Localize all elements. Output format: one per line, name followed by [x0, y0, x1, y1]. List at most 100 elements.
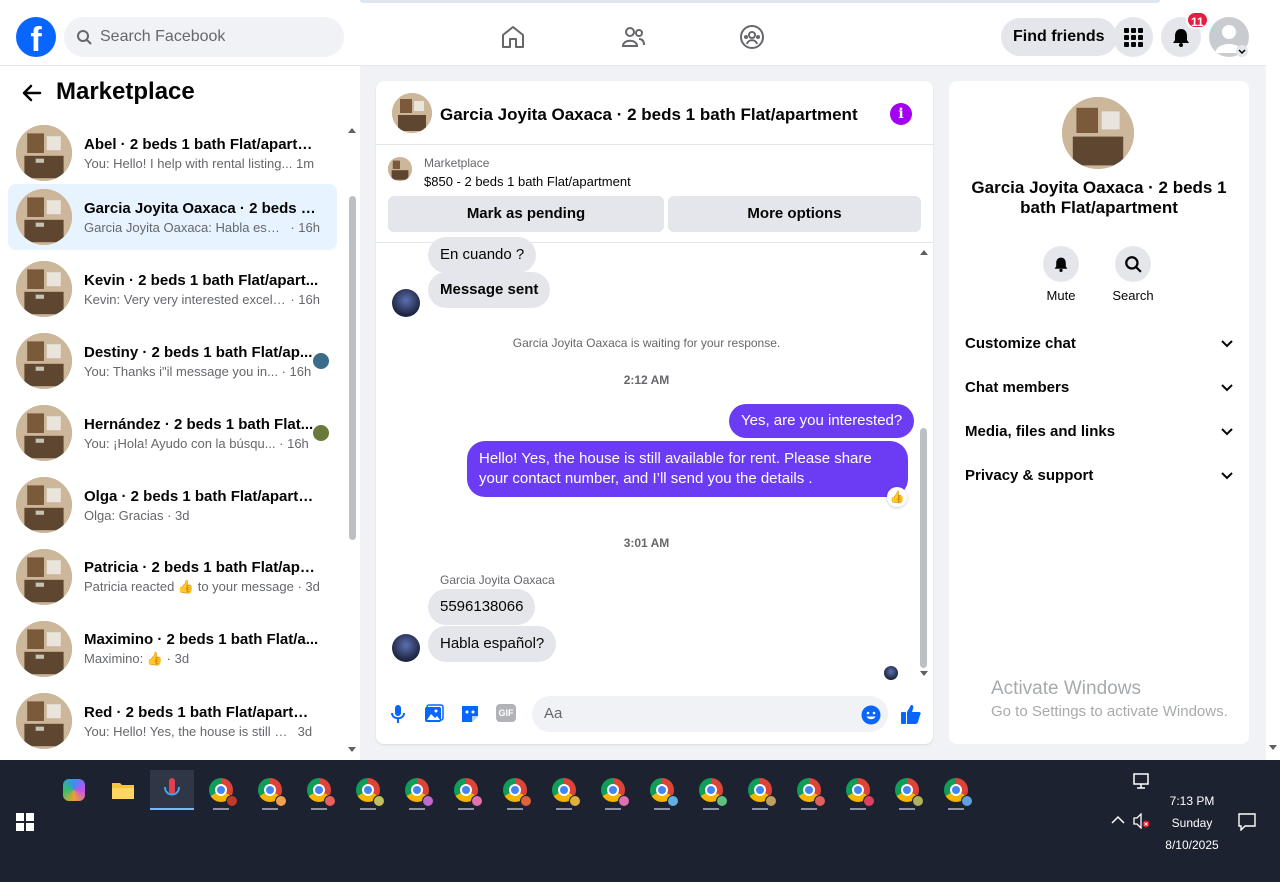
conversation-item[interactable]: Kevin · 2 beds 1 bath Flat/apart... Kevin… — [8, 256, 337, 322]
search-conversation-button[interactable]: Search — [1097, 246, 1169, 303]
conversation-name: Olga · 2 beds 1 bath Flat/apartm... — [84, 487, 320, 505]
customize-chat-section[interactable]: Customize chat — [965, 335, 1233, 352]
search-box[interactable]: Search Facebook — [64, 17, 344, 57]
scroll-down-icon[interactable] — [347, 746, 357, 754]
message-bubble[interactable]: 5596138066 — [428, 589, 536, 625]
privacy-support-section[interactable]: Privacy & support — [965, 467, 1233, 484]
seen-indicator-avatar — [884, 666, 898, 680]
outgoing-message[interactable]: Yes, are you interested? — [729, 404, 915, 438]
groups-icon[interactable] — [739, 24, 765, 50]
listing-price[interactable]: $850 - 2 beds 1 bath Flat/apartment — [424, 174, 631, 189]
chrome-profile-icon[interactable] — [297, 770, 341, 810]
chrome-profile-icon[interactable] — [591, 770, 635, 810]
media-files-links-section[interactable]: Media, files and links — [965, 423, 1233, 440]
find-friends-button[interactable]: Find friends — [1001, 18, 1117, 56]
chrome-profile-icon[interactable] — [395, 770, 439, 810]
outgoing-message[interactable]: Hello! Yes, the house is still available… — [467, 441, 908, 497]
chrome-profile-icon[interactable] — [493, 770, 537, 810]
conversation-item[interactable]: Garcia Joyita Oaxaca · 2 beds 1 b... Garc… — [8, 184, 337, 250]
chrome-profile-icon[interactable] — [836, 770, 880, 810]
gif-icon[interactable]: GIF — [496, 704, 516, 722]
chrome-profile-icon[interactable] — [199, 770, 243, 810]
seen-indicator-avatar — [313, 425, 329, 441]
scroll-down-icon[interactable] — [1268, 744, 1278, 752]
listing-kitchen-icon — [388, 157, 412, 181]
copilot-icon[interactable] — [52, 770, 96, 810]
chrome-profile-icon[interactable] — [689, 770, 733, 810]
chrome-profile-icon[interactable] — [738, 770, 782, 810]
sender-avatar[interactable] — [392, 289, 420, 317]
conversation-time: · 16h — [279, 435, 309, 451]
emoji-icon[interactable] — [861, 705, 881, 725]
conversation-preview: You: Thanks i"il message you in... — [84, 363, 278, 379]
conversation-preview: Patricia reacted 👍 to your message — [84, 579, 294, 594]
sender-avatar[interactable] — [392, 634, 420, 662]
chat-avatar[interactable] — [392, 93, 432, 133]
facebook-logo[interactable]: f — [16, 17, 56, 57]
notification-center-icon[interactable] — [1238, 813, 1256, 831]
friends-icon[interactable] — [620, 24, 646, 50]
chrome-profile-icon[interactable] — [248, 770, 292, 810]
conversation-item[interactable]: Patricia · 2 beds 1 bath Flat/apar... Pat… — [8, 544, 337, 610]
chrome-profile-icon[interactable] — [934, 770, 978, 810]
chevron-down-icon — [1221, 471, 1233, 479]
chevron-up-icon[interactable] — [1111, 815, 1125, 825]
listing-thumbnail[interactable] — [388, 157, 412, 181]
windows-start-icon[interactable] — [16, 813, 34, 831]
back-arrow-icon[interactable] — [20, 82, 42, 104]
info-icon[interactable]: i — [890, 103, 912, 125]
conversation-item[interactable]: Abel · 2 beds 1 bath Flat/apartm... You: … — [8, 120, 337, 186]
app-icon[interactable] — [150, 770, 194, 810]
message-input[interactable]: Aa — [532, 696, 888, 732]
conversation-item[interactable]: Olga · 2 beds 1 bath Flat/apartm... Olga:… — [8, 472, 337, 538]
volume-muted-icon[interactable] — [1133, 813, 1151, 829]
home-icon[interactable] — [500, 24, 526, 50]
scroll-up-icon[interactable] — [347, 126, 357, 134]
search-placeholder: Search Facebook — [100, 28, 226, 45]
file-explorer-icon[interactable] — [101, 770, 145, 810]
more-options-button[interactable]: More options — [668, 196, 921, 232]
listing-thumbnail — [16, 549, 72, 605]
scroll-up-icon[interactable] — [919, 248, 929, 256]
chat-members-section[interactable]: Chat members — [965, 379, 1233, 396]
message-bubble[interactable]: Habla español? — [428, 626, 557, 662]
conversation-scrollbar[interactable] — [347, 126, 357, 756]
chrome-profile-icon[interactable] — [444, 770, 488, 810]
microphone-icon[interactable] — [390, 704, 406, 724]
chrome-profile-icon[interactable] — [787, 770, 831, 810]
conversation-item[interactable]: Hernández · 2 beds 1 bath Flat... You: ¡H… — [8, 400, 337, 466]
conversation-item[interactable]: Red · 2 beds 1 bath Flat/apartme... You: … — [8, 688, 337, 754]
listing-kitchen-icon — [1062, 97, 1134, 169]
menu-button[interactable] — [1113, 17, 1153, 57]
message-bubble[interactable]: En cuando ? — [428, 237, 537, 273]
window-scrollbar[interactable] — [1266, 8, 1280, 760]
system-clock[interactable]: 7:13 PM Sunday 8/10/2025 — [1150, 790, 1234, 856]
chevron-down-icon — [1221, 383, 1233, 391]
message-bubble[interactable]: Message sent — [428, 272, 551, 308]
chrome-profile-icon[interactable] — [542, 770, 586, 810]
conversation-preview: Kevin: Very very interested excelle... — [84, 291, 287, 307]
chat-scrollbar[interactable] — [915, 248, 933, 678]
chrome-profile-icon[interactable] — [640, 770, 684, 810]
mute-button[interactable]: Mute — [1025, 246, 1097, 303]
conversation-item[interactable]: Maximino · 2 beds 1 bath Flat/a... Maximi… — [8, 616, 337, 682]
photo-icon[interactable] — [424, 704, 444, 724]
thumbs-up-reaction-icon[interactable]: 👍 — [887, 487, 907, 507]
bell-icon — [1173, 29, 1189, 47]
thumbs-up-icon[interactable] — [900, 703, 922, 725]
chevron-down-icon[interactable] — [1236, 45, 1248, 57]
listing-kitchen-icon — [16, 693, 72, 749]
details-avatar[interactable] — [1062, 97, 1134, 169]
chrome-profile-icon[interactable] — [346, 770, 390, 810]
conversation-name: Maximino · 2 beds 1 bath Flat/a... — [84, 631, 319, 648]
mark-pending-button[interactable]: Mark as pending — [388, 196, 664, 232]
grid-menu-icon — [1124, 28, 1143, 47]
listing-kitchen-icon — [16, 477, 72, 533]
sticker-icon[interactable] — [460, 704, 480, 724]
network-icon[interactable] — [1133, 773, 1151, 789]
chrome-profile-icon[interactable] — [885, 770, 929, 810]
scroll-down-icon[interactable] — [919, 670, 929, 678]
chat-title[interactable]: Garcia Joyita Oaxaca · 2 beds 1 bath Fla… — [440, 105, 858, 125]
conversation-preview: You: ¡Hola! Ayudo con la búsqu... — [84, 435, 276, 451]
conversation-item[interactable]: Destiny · 2 beds 1 bath Flat/ap... You: T… — [8, 328, 337, 394]
